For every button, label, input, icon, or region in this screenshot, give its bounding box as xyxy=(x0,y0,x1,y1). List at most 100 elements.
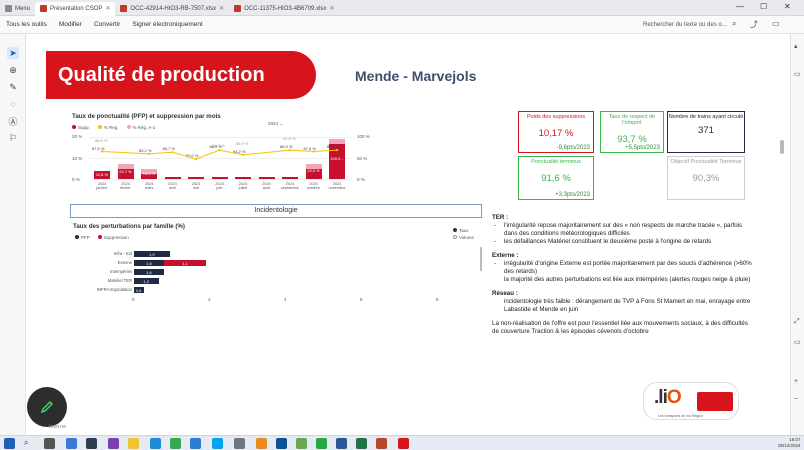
sidebar-toggle-icon[interactable]: ▭ xyxy=(772,19,780,28)
fit-icon[interactable]: ⤢ xyxy=(794,318,800,326)
chevron-up-icon[interactable]: ▴ xyxy=(794,42,798,50)
lasso-icon[interactable]: ◌ xyxy=(7,98,19,110)
panel-scrollbar[interactable] xyxy=(480,247,482,271)
system-clock[interactable]: 16:07 05/12/2024 xyxy=(778,437,801,449)
ter-item: les défaillances Matériel constituent le… xyxy=(492,238,752,246)
excel-icon[interactable] xyxy=(356,438,367,449)
text-select-icon[interactable]: Ⓐ xyxy=(7,115,19,127)
right-tool-rail: ▴ ▭ ⤢ ▭ + − xyxy=(790,34,804,435)
app-icon[interactable] xyxy=(256,438,267,449)
outlook-icon[interactable] xyxy=(276,438,287,449)
tab-presentation[interactable]: Présentation CSOP ✕ xyxy=(35,1,116,16)
pdf-icon xyxy=(234,5,242,12)
kpi-value: 10,17 % xyxy=(538,128,574,139)
series-point[interactable] xyxy=(171,151,174,154)
stamp-icon[interactable]: ⚐ xyxy=(7,132,19,144)
page-icon[interactable]: ▭ xyxy=(794,70,801,78)
task-view-icon[interactable] xyxy=(44,438,55,449)
close-window-icon[interactable]: ✕ xyxy=(784,2,791,11)
family-label: Infra - Ext xyxy=(113,251,132,256)
tab-menu[interactable]: Menu xyxy=(0,2,35,16)
share-icon[interactable]: ⤴ xyxy=(750,19,758,30)
pencil-icon xyxy=(40,401,53,414)
close-icon[interactable]: ✕ xyxy=(219,5,224,12)
word-icon[interactable] xyxy=(336,438,347,449)
widgets-icon[interactable] xyxy=(66,438,77,449)
punctuality-chart: Taux de ponctualité (PFP) et suppression… xyxy=(70,111,372,201)
kpi-title: Ponctualité terminus xyxy=(531,159,581,165)
tab-xlsx-1[interactable]: OCC-42914-HIO3-RB-7507.xlsx ✕ xyxy=(115,2,229,16)
menu-sign[interactable]: Signer électroniquement xyxy=(126,21,208,28)
menu-convert[interactable]: Convertir xyxy=(88,21,126,28)
series-point[interactable] xyxy=(241,153,245,156)
acrobat-icon[interactable] xyxy=(398,438,409,449)
reseau-heading: Réseau : xyxy=(492,290,518,297)
zoom-in-icon[interactable]: + xyxy=(794,378,798,385)
rate-volume-toggle[interactable]: Taux Volume xyxy=(453,227,474,241)
windows-start-icon[interactable] xyxy=(4,438,15,449)
series-point[interactable] xyxy=(288,148,292,152)
search-input[interactable]: Rechercher du texte ou des o... xyxy=(643,19,728,31)
chart-title: Taux des perturbations par famille (%) xyxy=(73,223,185,230)
pdf-icon xyxy=(40,5,48,12)
toggle-rate[interactable]: Taux xyxy=(453,227,474,234)
occitanie-logo xyxy=(697,392,733,411)
maximize-icon[interactable]: ☐ xyxy=(760,2,767,11)
pfp-value: 0,5 xyxy=(135,288,142,293)
ter-heading: TER : xyxy=(492,214,509,221)
app-icon[interactable] xyxy=(296,438,307,449)
scrollbar-thumb[interactable] xyxy=(780,140,784,154)
pfp-value: 1,9 xyxy=(149,252,155,257)
powerpoint-icon[interactable] xyxy=(376,438,387,449)
page-nav-icon[interactable]: ▭ xyxy=(794,338,801,346)
file-explorer-icon[interactable] xyxy=(128,438,139,449)
tab-xlsx-2[interactable]: OCC-11375-HIO3-4B6709.xlsx ✕ xyxy=(229,2,339,16)
kpi-delta: +5,5pts/2023 xyxy=(625,145,660,151)
edit-button[interactable] xyxy=(27,387,67,427)
series-point[interactable] xyxy=(312,150,315,153)
browser-tab-bar: Menu Présentation CSOP ✕ OCC-42914-HIO3-R… xyxy=(0,0,804,16)
series-point[interactable] xyxy=(335,148,339,152)
chart-legend: PFP Suppression xyxy=(75,235,129,240)
x-axis-tick: 0 xyxy=(132,297,135,302)
externe-subitem: la majorité des autres perturbations est… xyxy=(504,276,751,283)
search-taskbar-icon[interactable]: ⌕ xyxy=(24,438,35,449)
zoom-out-icon[interactable]: − xyxy=(794,396,798,403)
minimize-icon[interactable]: — xyxy=(736,2,744,11)
chat-icon[interactable] xyxy=(316,438,327,449)
x-axis-tick: 2 xyxy=(208,297,211,302)
taskbar: ⌕ 16:07 05/12/2024 xyxy=(0,435,804,450)
series-point[interactable] xyxy=(147,152,151,155)
externe-item: irrégularité d'origine Externe est porté… xyxy=(492,260,752,276)
series-line xyxy=(101,149,338,160)
kpi-card: Nombre de trains ayant circulé 371 xyxy=(667,111,745,153)
close-icon[interactable]: ✕ xyxy=(105,5,110,12)
menu-all-tools[interactable]: Tous les outils xyxy=(0,21,53,28)
search-icon[interactable]: ⌕ xyxy=(732,19,736,29)
family-label: Externe xyxy=(117,260,132,265)
tab-label: Menu xyxy=(15,5,31,12)
edge-icon[interactable] xyxy=(150,438,161,449)
tab-label: OCC-11375-HIO3-4B6709.xlsx xyxy=(244,5,327,12)
externe-heading: Externe : xyxy=(492,252,519,259)
settings-icon[interactable] xyxy=(234,438,245,449)
ter-item: l'irrégularité repose majoritairement su… xyxy=(492,222,752,238)
teams-icon[interactable] xyxy=(108,438,119,449)
series-point[interactable] xyxy=(194,157,198,161)
pen-icon[interactable]: ✎ xyxy=(7,81,19,93)
chrome-icon[interactable] xyxy=(170,438,181,449)
slide-subtitle: Mende - Marvejols xyxy=(355,68,477,84)
close-icon[interactable]: ✕ xyxy=(329,5,334,12)
store-icon[interactable] xyxy=(212,438,223,449)
series-point[interactable] xyxy=(218,148,221,152)
app-icon[interactable] xyxy=(86,438,97,449)
zoom-icon[interactable]: ⊕ xyxy=(7,64,19,76)
commentary-text: TER : l'irrégularité repose majoritairem… xyxy=(492,214,752,336)
suppression-value: 1,1 xyxy=(182,261,188,266)
menu-modify[interactable]: Modifier xyxy=(53,21,88,28)
series-point[interactable] xyxy=(100,150,104,153)
classification-label: Interne xyxy=(49,424,67,430)
toggle-volume[interactable]: Volume xyxy=(453,234,474,241)
browser-icon[interactable] xyxy=(190,438,201,449)
select-tool-icon[interactable]: ➤ xyxy=(7,47,19,59)
